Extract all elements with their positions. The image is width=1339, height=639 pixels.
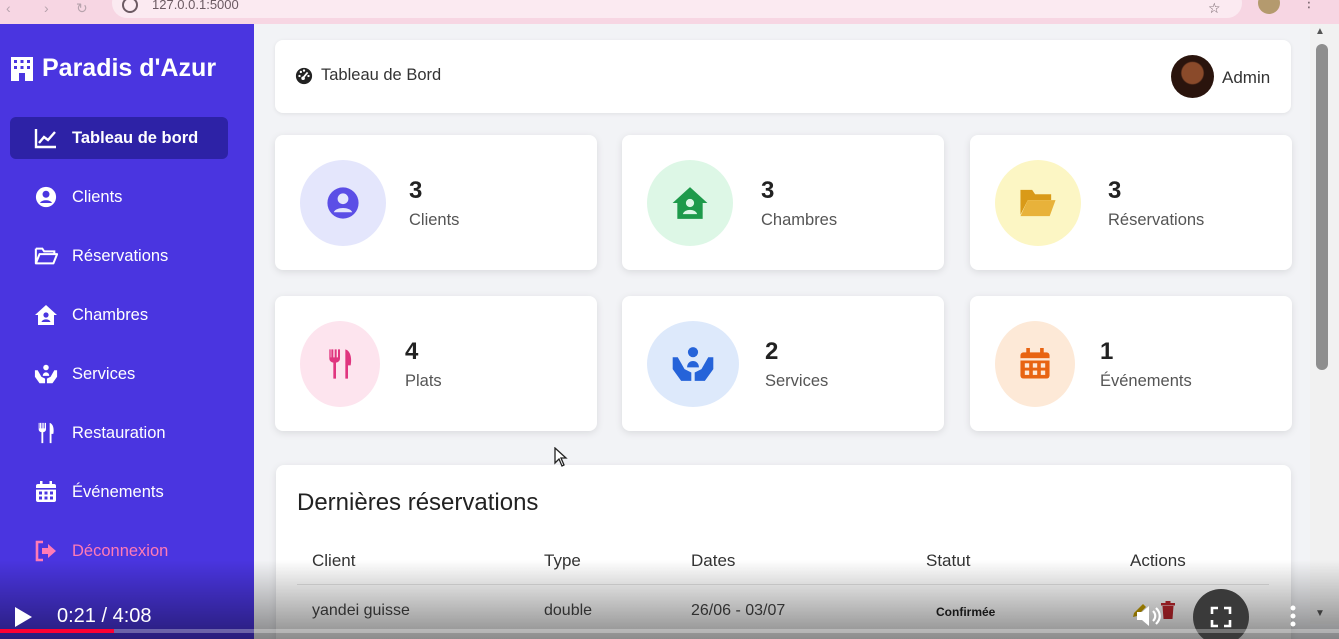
stat-label: Chambres [761,211,838,229]
user-circle-icon [32,185,60,209]
sidebar-item-logout[interactable]: Déconnexion [10,530,228,572]
page-title: Tableau de Bord [295,66,441,85]
stat-value: 1 [1100,338,1114,365]
stat-value: 3 [761,177,775,204]
scroll-up-icon[interactable]: ▲ [1315,26,1325,37]
sidebar-item-label: Réservations [72,246,169,265]
column-header-type: Type [544,551,581,570]
cell-type: double [544,602,593,619]
stat-icon-circle [300,160,386,246]
video-progress-fill [0,629,114,633]
header-divider [297,584,1269,585]
scroll-down-icon[interactable]: ▼ [1315,608,1325,619]
sidebar-item-label: Clients [72,187,123,206]
sidebar-item-label: Tableau de bord [72,128,199,147]
browser-menu-icon[interactable]: ⋮ [1302,0,1316,11]
stat-icon-circle [647,160,733,246]
more-options-icon[interactable] [1283,604,1303,628]
sidebar-item-services[interactable]: Services [10,353,228,395]
address-bar[interactable]: 127.0.0.1:5000 [112,0,1242,18]
sidebar-item-reservations[interactable]: Réservations [10,235,228,277]
calendar-icon [1020,348,1050,379]
stat-icon-circle [647,321,739,407]
sidebar-item-label: Chambres [72,305,149,324]
calendar-icon [32,480,60,504]
stat-value: 4 [405,338,419,365]
user-name[interactable]: Admin [1222,68,1270,88]
chart-line-icon [32,126,60,150]
stat-card-chambres[interactable]: 3 Chambres [622,135,944,270]
brand[interactable]: Paradis d'Azur [10,54,216,83]
video-progress-bar[interactable] [0,629,1339,633]
user-circle-icon [327,187,359,219]
stat-card-reservations[interactable]: 3 Réservations [970,135,1292,270]
stat-card-services[interactable]: 2 Services [622,296,944,431]
folder-open-icon [1020,189,1056,217]
stat-icon-circle [995,160,1081,246]
scrollbar-thumb[interactable] [1316,44,1328,370]
stat-label: Réservations [1108,211,1205,229]
house-user-icon [32,303,60,327]
stat-label: Clients [409,211,460,229]
stat-icon-circle [300,321,380,407]
section-title: Dernières réservations [297,489,539,516]
sidebar-item-label: Événements [72,482,164,501]
utensils-icon [32,421,60,445]
cell-client: yandei guisse [312,602,410,619]
brand-name: Paradis d'Azur [42,54,217,82]
sidebar-item-evenements[interactable]: Événements [10,471,228,513]
sidebar-item-label: Déconnexion [72,541,169,560]
hands-helping-icon [672,347,714,381]
fullscreen-icon [1210,606,1232,628]
bookmark-star-icon[interactable]: ☆ [1208,0,1221,17]
sidebar: Paradis d'Azur Tableau de bord Clients R… [0,24,254,639]
address-text: 127.0.0.1:5000 [152,0,239,12]
column-header-dates: Dates [691,551,736,570]
user-avatar[interactable] [1171,55,1214,98]
stat-card-evenements[interactable]: 1 Événements [970,296,1292,431]
sidebar-item-restauration[interactable]: Restauration [10,412,228,454]
page-title-text: Tableau de Bord [321,66,442,84]
video-time: 0:21 / 4:08 [57,605,152,627]
stat-card-plats[interactable]: 4 Plats [275,296,597,431]
stat-value: 3 [409,177,423,204]
cell-dates: 26/06 - 03/07 [691,602,786,619]
mouse-cursor-icon [554,447,568,467]
utensils-icon [329,349,352,379]
site-info-icon[interactable] [122,0,138,13]
hotel-icon [11,56,33,81]
profile-avatar[interactable] [1258,0,1280,14]
volume-icon[interactable] [1135,603,1163,629]
browser-toolbar: ‹ › ↻ 127.0.0.1:5000 ☆ ⋮ [0,0,1339,24]
stat-icon-circle [995,321,1075,407]
stat-card-clients[interactable]: 3 Clients [275,135,597,270]
stat-label: Services [765,372,829,390]
stat-value: 2 [765,338,779,365]
sidebar-item-chambres[interactable]: Chambres [10,294,228,336]
reload-icon[interactable]: ↻ [76,0,88,17]
back-icon[interactable]: ‹ [6,0,11,16]
column-header-actions: Actions [1130,551,1186,570]
folder-open-icon [32,244,60,268]
hands-helping-icon [32,362,60,386]
sidebar-item-label: Services [72,364,136,383]
column-header-statut: Statut [926,551,971,570]
stat-label: Plats [405,372,442,390]
status-badge: Confirmée [936,605,996,619]
tachometer-icon [295,67,313,84]
house-user-icon [672,187,708,219]
sign-out-icon [32,539,60,563]
column-header-client: Client [312,551,356,570]
sidebar-item-label: Restauration [72,423,166,442]
stat-value: 3 [1108,177,1122,204]
sidebar-item-clients[interactable]: Clients [10,176,228,218]
sidebar-item-dashboard[interactable]: Tableau de bord [10,117,228,159]
forward-icon[interactable]: › [44,0,49,16]
stat-label: Événements [1100,372,1192,390]
play-icon[interactable] [13,606,33,628]
top-bar: Tableau de Bord Admin [275,40,1291,113]
